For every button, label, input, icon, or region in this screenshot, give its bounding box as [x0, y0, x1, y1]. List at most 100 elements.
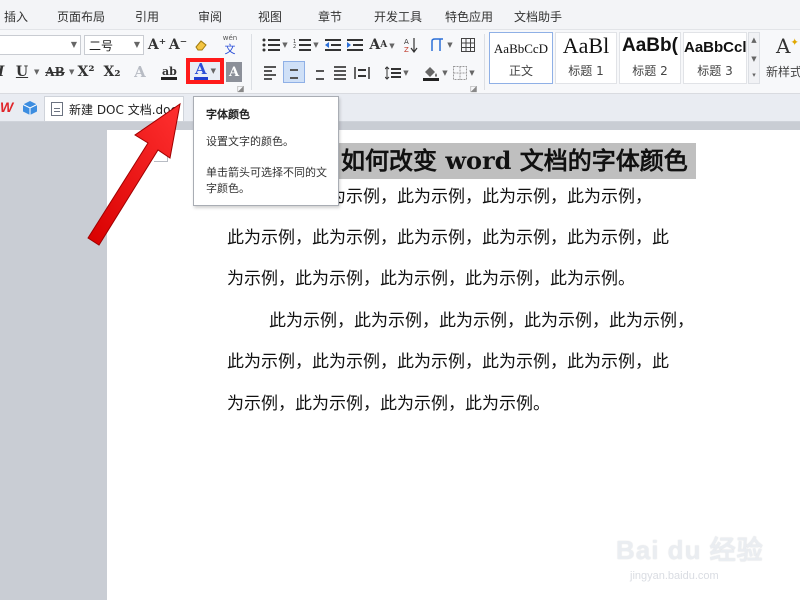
shading-button[interactable]: ▼ — [421, 63, 449, 83]
style-name: 标题 1 — [568, 64, 604, 78]
chevron-up-icon: ▲ — [751, 36, 757, 44]
font-name-combo[interactable]: ▼ — [0, 35, 81, 55]
subscript-button[interactable]: X₂ — [103, 62, 121, 82]
paragraph-2-line[interactable]: 为示例，此为示例，此为示例，此为示例。 — [227, 393, 550, 415]
style-heading-2[interactable]: AaBb( 标题 2 — [619, 32, 681, 84]
paragraph-2-line[interactable]: 此为示例，此为示例，此为示例，此为示例，此为示例， — [269, 310, 694, 332]
table-button[interactable] — [460, 35, 476, 55]
margin-corner-mark — [154, 148, 168, 162]
text-effect-button[interactable]: A — [132, 62, 148, 82]
align-left-icon — [264, 66, 276, 80]
decrease-indent-button[interactable] — [324, 35, 342, 55]
menu-doc-assistant[interactable]: 文档助手 — [514, 8, 562, 25]
style-normal[interactable]: AaBbCcD 正文 — [489, 32, 553, 84]
document-area: 如何改变 word 文档的字体颜色 此为示例，此为示例，此为示例，此为示例，此为… — [0, 122, 800, 600]
watermark-logo: Bai du 经验 — [616, 535, 764, 565]
numbered-list-icon: 12 — [293, 39, 312, 51]
document-title[interactable]: 如何改变 word 文档的字体颜色 — [333, 143, 696, 179]
cloud-box-icon[interactable] — [22, 100, 38, 120]
numbering-button[interactable]: 1 2 ▼ — [291, 35, 321, 55]
menu-insert[interactable]: 插入 — [4, 8, 28, 25]
paragraph-1-line[interactable]: 此为示例，此为示例，此为示例，此为示例，此为示例，此 — [227, 227, 669, 249]
pinyin-top: wén — [222, 34, 238, 42]
style-preview: AaBbCcD — [493, 41, 549, 56]
font-color-tooltip: 字体颜色 设置文字的颜色。 单击箭头可选择不同的文字颜色。 — [193, 96, 339, 206]
strikethrough-button[interactable]: AB — [44, 62, 66, 82]
font-color-dropdown-icon[interactable]: ▼ — [211, 67, 216, 75]
change-case-button[interactable]: A A ▼ — [369, 35, 395, 55]
watermark-url: jingyan.baidu.com — [630, 570, 719, 582]
menu-special[interactable]: 特色应用 — [445, 8, 493, 25]
superscript-button[interactable]: X² — [77, 62, 95, 82]
font-size-value: 二号 — [89, 38, 114, 53]
menu-bar: 插入 页面布局 引用 审阅 视图 章节 开发工具 特色应用 文档助手 — [0, 0, 800, 30]
menu-view[interactable]: 视图 — [258, 8, 282, 25]
paragraph-dialog-launcher-icon[interactable]: ◪ — [470, 84, 478, 93]
font-color-button[interactable]: A ▼ — [186, 58, 224, 84]
tooltip-description: 设置文字的颜色。 — [206, 135, 294, 148]
group-separator — [251, 34, 252, 90]
style-heading-3[interactable]: AaBbCcl 标题 3 — [683, 32, 747, 84]
underline-dropdown-icon[interactable]: ▼ — [34, 68, 39, 76]
distribute-button[interactable] — [353, 63, 371, 83]
new-style-icon: A✦ — [776, 34, 799, 58]
paragraph-1-line[interactable]: 为示例，此为示例，此为示例，此为示例，此为示例。 — [227, 268, 635, 290]
paragraph-mark-icon — [431, 38, 444, 51]
justify-button[interactable] — [332, 63, 348, 83]
menu-review[interactable]: 审阅 — [198, 8, 222, 25]
chevron-down-icon: ▼ — [133, 40, 140, 49]
align-right-icon — [312, 66, 324, 80]
char-shading-button[interactable]: A — [226, 62, 242, 82]
chevron-down-icon: ▼ — [70, 40, 77, 49]
baidu-watermark: Bai du 经验 jingyan.baidu.com — [616, 530, 776, 600]
borders-icon — [453, 66, 468, 80]
underline-button[interactable]: U — [14, 62, 30, 82]
menu-developer[interactable]: 开发工具 — [374, 8, 422, 25]
wps-logo-icon[interactable]: W — [0, 99, 13, 115]
svg-text:2: 2 — [293, 44, 296, 50]
ribbon: ▼ 二号 ▼ A⁺ A⁻ wén 文 I U ▼ AB ▼ X² X₂ A ab… — [0, 30, 800, 94]
sort-icon: AZ — [404, 38, 418, 53]
menu-references[interactable]: 引用 — [135, 8, 159, 25]
style-name: 标题 3 — [697, 64, 733, 78]
show-marks-button[interactable]: ▼ — [428, 35, 454, 55]
italic-button[interactable]: I — [0, 62, 6, 82]
highlight-button[interactable]: ab — [160, 62, 180, 82]
menu-page-layout[interactable]: 页面布局 — [57, 8, 105, 25]
menu-chapter[interactable]: 章节 — [318, 8, 342, 25]
document-icon — [51, 102, 63, 116]
style-heading-1[interactable]: AaBl 标题 1 — [555, 32, 617, 84]
increase-indent-button[interactable] — [346, 35, 364, 55]
line-spacing-button[interactable]: ▼ — [383, 63, 411, 83]
styles-scroll[interactable]: ▲ ▼ ▾ — [748, 32, 760, 84]
clear-format-button[interactable] — [193, 35, 209, 55]
svg-text:Z: Z — [404, 46, 409, 53]
style-preview: AaBb( — [622, 35, 678, 56]
font-dialog-launcher-icon[interactable]: ◪ — [237, 84, 245, 93]
shrink-font-button[interactable]: A⁻ — [169, 35, 187, 55]
svg-text:A: A — [404, 38, 409, 46]
group-separator — [484, 34, 485, 90]
indent-icon — [347, 39, 363, 51]
strikethrough-dropdown-icon[interactable]: ▼ — [69, 68, 74, 76]
pinyin-guide-button[interactable]: wén 文 — [218, 31, 242, 59]
bullet-list-icon — [262, 38, 281, 52]
paragraph-2-line[interactable]: 此为示例，此为示例，此为示例，此为示例，此为示例，此 — [227, 351, 669, 373]
borders-button[interactable]: ▼ — [451, 63, 477, 83]
svg-text:ab: ab — [162, 65, 177, 78]
table-icon — [461, 38, 475, 52]
grow-font-button[interactable]: A⁺ — [148, 35, 166, 55]
bullets-button[interactable]: ▼ — [260, 35, 290, 55]
style-name: 正文 — [508, 64, 533, 78]
new-style-button[interactable]: A✦ 新样式 — [764, 32, 800, 84]
align-left-button[interactable] — [262, 63, 278, 83]
sort-button[interactable]: AZ — [402, 35, 420, 55]
align-center-button[interactable] — [283, 61, 305, 83]
align-right-button[interactable] — [310, 63, 326, 83]
tab-document[interactable]: 新建 DOC 文档.doc — [44, 96, 184, 121]
font-size-combo[interactable]: 二号 ▼ — [84, 35, 144, 55]
document-tab-bar: W 新建 DOC 文档.doc — [0, 94, 800, 122]
eraser-icon — [195, 40, 207, 51]
line-spacing-icon — [385, 66, 402, 80]
tooltip-hint: 单击箭头可选择不同的文字颜色。 — [206, 166, 327, 195]
